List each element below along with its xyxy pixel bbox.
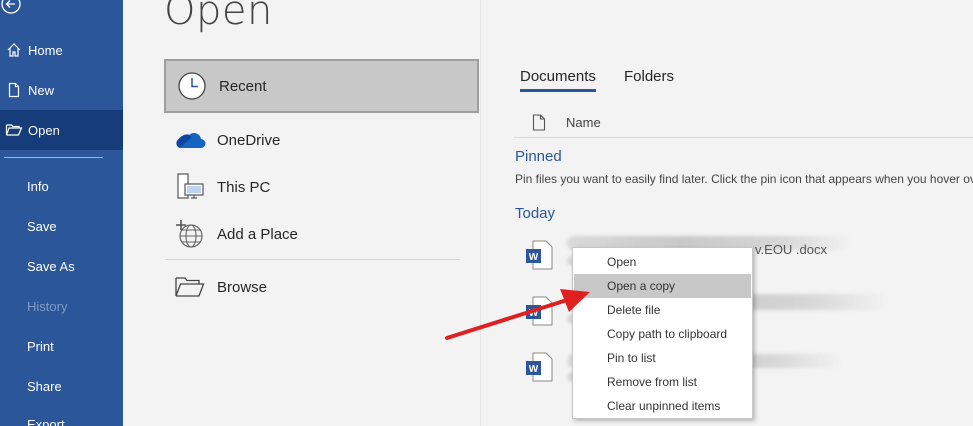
sidebar-item-label: Home (28, 42, 63, 58)
svg-text:W: W (529, 252, 539, 263)
pane-divider (480, 0, 481, 426)
file-name-partial: v.EOU .docx (755, 242, 828, 257)
sidebar-item-label: Info (27, 178, 49, 194)
sidebar-item-label: Share (27, 378, 62, 394)
sidebar-item-open[interactable]: Open (0, 110, 123, 150)
location-label: Browse (217, 278, 268, 296)
menu-item-pin-to-list[interactable]: Pin to list (574, 346, 751, 370)
clock-icon (170, 71, 214, 101)
svg-text:W: W (529, 364, 539, 375)
column-name-header[interactable]: Name (566, 115, 601, 130)
back-arrow-icon[interactable] (0, 0, 24, 16)
page-title: Open (164, 0, 273, 34)
sidebar-item-label: Save (27, 218, 57, 234)
menu-item-open-a-copy[interactable]: Open a copy (574, 274, 751, 298)
menu-item-copy-path[interactable]: Copy path to clipboard (574, 322, 751, 346)
sidebar-item-save[interactable]: Save (0, 206, 123, 246)
locations-divider (165, 259, 460, 260)
svg-text:W: W (529, 308, 539, 319)
tab-folders[interactable]: Folders (624, 68, 674, 85)
sidebar-item-label: New (28, 82, 55, 98)
sidebar-item-share[interactable]: Share (0, 366, 123, 406)
file-list-header: Name (514, 108, 973, 138)
sidebar-item-label: Print (27, 338, 54, 354)
file-type-icon (532, 114, 546, 131)
location-add-a-place[interactable]: Add a Place (164, 209, 479, 259)
today-section-title: Today (515, 205, 556, 222)
word-document-icon: W (525, 296, 553, 331)
folder-icon (168, 275, 212, 299)
sidebar-item-history: History (0, 286, 123, 326)
menu-item-clear-unpinned[interactable]: Clear unpinned items (574, 394, 751, 418)
sidebar-divider (4, 157, 103, 158)
sidebar-item-info[interactable]: Info (0, 166, 123, 206)
sidebar-item-new[interactable]: New (0, 70, 123, 110)
open-folder-icon (0, 122, 28, 138)
sidebar-item-home[interactable]: Home (0, 30, 123, 70)
sidebar-item-save-as[interactable]: Save As (0, 246, 123, 286)
sidebar-item-export[interactable]: Export (0, 404, 123, 426)
globe-add-icon (168, 219, 212, 249)
location-label: Add a Place (217, 225, 298, 243)
menu-item-remove-from-list[interactable]: Remove from list (574, 370, 751, 394)
sidebar-item-label: Export (27, 416, 65, 426)
menu-item-open[interactable]: Open (574, 250, 751, 274)
computer-icon (168, 172, 212, 202)
sidebar-item-label: History (27, 298, 68, 314)
location-label: OneDrive (217, 131, 281, 149)
location-browse[interactable]: Browse (164, 262, 479, 312)
file-context-menu: Open Open a copy Delete file Copy path t… (572, 247, 753, 419)
onedrive-cloud-icon (168, 129, 212, 151)
location-label: Recent (219, 77, 267, 95)
backstage-sidebar: Home New Open Info Save Save As History … (0, 0, 123, 426)
location-onedrive[interactable]: OneDrive (164, 115, 479, 165)
word-document-icon: W (525, 352, 553, 387)
home-icon (0, 42, 28, 58)
pinned-section-title: Pinned (515, 148, 562, 165)
menu-item-delete-file[interactable]: Delete file (574, 298, 751, 322)
location-label: This PC (217, 178, 271, 196)
word-document-icon: W (525, 240, 553, 275)
sidebar-item-print[interactable]: Print (0, 326, 123, 366)
new-document-icon (0, 82, 28, 98)
location-this-pc[interactable]: This PC (164, 162, 479, 212)
tab-documents[interactable]: Documents (520, 68, 596, 92)
sidebar-item-label: Save As (27, 258, 75, 274)
location-recent[interactable]: Recent (164, 59, 479, 113)
pinned-hint-text: Pin files you want to easily find later.… (515, 172, 973, 186)
sidebar-item-label: Open (28, 122, 60, 138)
